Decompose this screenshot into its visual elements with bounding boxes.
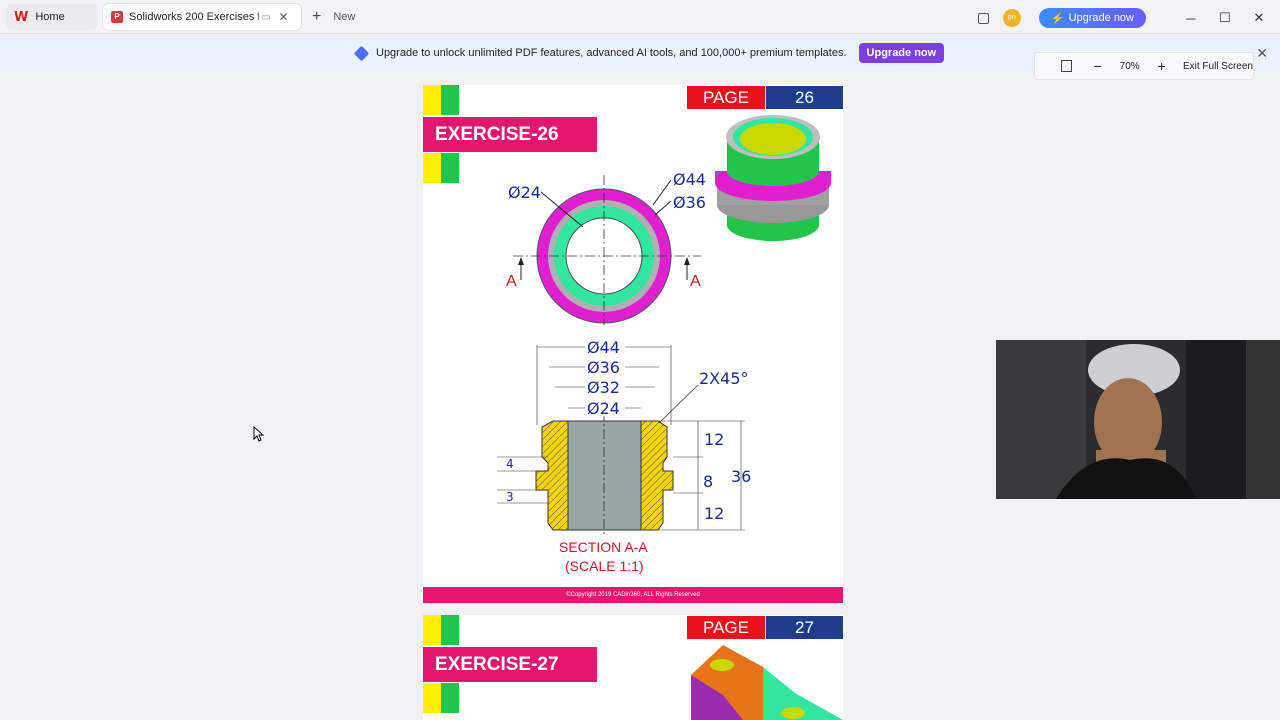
section-mark: A <box>506 273 517 290</box>
isometric-view-27 <box>691 645 843 720</box>
webcam-overlay <box>996 340 1280 499</box>
avatar[interactable]: pn <box>1002 9 1021 27</box>
upgrade-button-label: Upgrade now <box>1068 12 1134 24</box>
close-banner-icon[interactable]: ✕ <box>1256 45 1268 62</box>
monitor-icon: ▭ <box>261 11 271 23</box>
dim-label: 36 <box>731 467 751 486</box>
section-view: Ø44 Ø36 Ø32 Ø24 2X45° 12 8 12 36 4 3 SEC… <box>497 337 751 574</box>
exit-full-screen-button[interactable]: Exit Full Screen <box>1183 61 1253 72</box>
banner-message: Upgrade to unlock unlimited PDF features… <box>376 47 847 59</box>
tab-home-label: Home <box>35 11 65 23</box>
webcam-feed <box>996 340 1280 499</box>
dim-label: Ø36 <box>673 193 706 212</box>
dim-label: 8 <box>703 472 713 491</box>
dim-label: Ø24 <box>508 183 541 202</box>
pdf-page-27: PAGE 27 EXERCISE-27 <box>423 615 843 720</box>
dim-label: 3 <box>506 490 514 504</box>
technical-drawing: Ø24 Ø44 Ø36 A A Ø44 Ø36 Ø32 Ø24 2X45° 12… <box>497 115 831 574</box>
close-window-icon[interactable]: ✕ <box>1248 10 1270 26</box>
page-footer: ©Copyright 2019 CADin360, ALL Rights Res… <box>423 587 843 603</box>
tab-home[interactable]: W Home <box>6 4 98 30</box>
new-tab-button[interactable]: + New <box>312 8 355 26</box>
zoom-out-button[interactable]: − <box>1088 58 1107 74</box>
lightning-icon: ⚡ <box>1050 12 1065 25</box>
minimize-icon[interactable]: ─ <box>1180 11 1202 26</box>
new-tab-label: New <box>333 11 356 23</box>
wps-logo-icon: W <box>14 9 29 25</box>
maximize-icon[interactable]: ☐ <box>1214 10 1236 26</box>
dim-label: 12 <box>704 430 724 449</box>
zoom-in-button[interactable]: + <box>1152 58 1171 74</box>
dim-label: 4 <box>506 457 514 471</box>
chamfer-label: 2X45° <box>699 369 749 388</box>
dim-label: Ø44 <box>673 170 706 189</box>
fit-page-icon[interactable] <box>1061 60 1073 72</box>
dim-label: Ø32 <box>587 378 620 397</box>
plus-icon: + <box>312 8 322 25</box>
mouse-cursor-icon <box>253 426 265 442</box>
dim-label: Ø24 <box>587 399 620 418</box>
pdf-page-26: PAGE 26 EXERCISE-26 Ø24 Ø44 Ø36 A A Ø44 … <box>423 85 843 603</box>
dim-label: 12 <box>704 504 724 523</box>
banner-upgrade-button[interactable]: Upgrade now <box>858 43 945 63</box>
upgrade-button[interactable]: ⚡ Upgrade now <box>1038 8 1146 28</box>
tab-document-label: Solidworks 200 Exercises for S <box>129 11 259 23</box>
ai-sparkle-icon <box>353 45 370 61</box>
dim-label: Ø44 <box>587 338 620 357</box>
section-title: SECTION A-A <box>559 539 648 555</box>
isometric-view <box>715 115 831 241</box>
zoom-toolbar: − 70% + Exit Full Screen <box>1034 52 1254 80</box>
tab-document[interactable]: P Solidworks 200 Exercises for S ▭ ✕ <box>103 4 301 30</box>
close-tab-icon[interactable]: ✕ <box>278 10 288 24</box>
section-scale: (SCALE 1:1) <box>565 558 644 574</box>
window-mode-icon[interactable] <box>977 12 989 24</box>
pdf-icon: P <box>111 11 123 23</box>
dim-label: Ø36 <box>587 358 620 377</box>
section-mark: A <box>690 273 701 290</box>
tab-bar: W Home P Solidworks 200 Exercises for S … <box>0 0 1280 34</box>
zoom-level[interactable]: 70% <box>1107 61 1152 72</box>
window-controls: pn ⚡ Upgrade now ─ ☐ ✕ <box>977 8 1270 28</box>
front-view: Ø24 Ø44 Ø36 A A <box>506 170 706 325</box>
